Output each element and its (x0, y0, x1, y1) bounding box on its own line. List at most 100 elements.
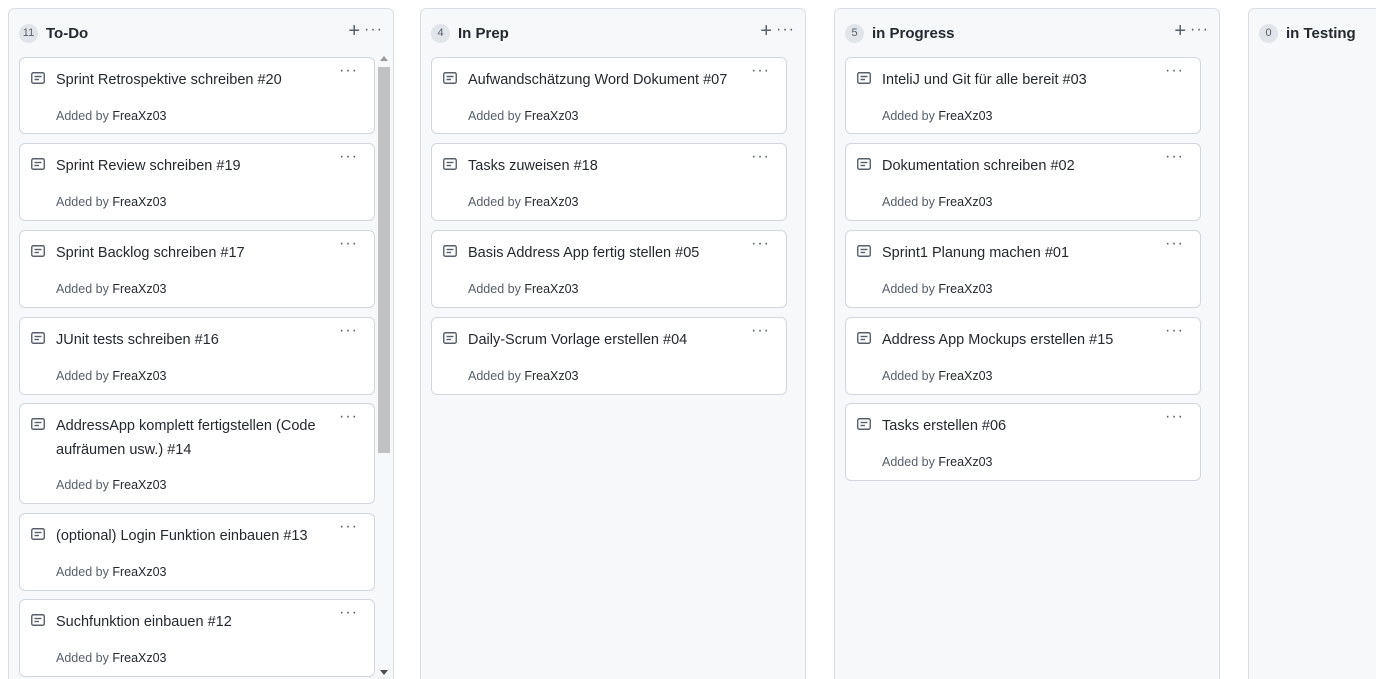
card-meta: Added by FreaXz03 (56, 194, 167, 210)
card-title[interactable]: Suchfunktion einbauen #12 (56, 610, 342, 634)
added-by-label: Added by (56, 369, 109, 383)
card-title[interactable]: (optional) Login Funktion einbauen #13 (56, 524, 342, 548)
column-card-count: 5 (845, 24, 864, 43)
author-link[interactable]: FreaXz03 (938, 195, 992, 209)
card-menu-button[interactable]: ··· (751, 148, 770, 166)
column-card-count: 0 (1259, 24, 1278, 43)
added-by-label: Added by (882, 282, 935, 296)
card[interactable]: Daily-Scrum Vorlage erstellen #04 ··· Ad… (431, 317, 787, 395)
column-menu-button[interactable]: ··· (776, 19, 795, 41)
card-menu-button[interactable]: ··· (1165, 235, 1184, 253)
added-by-label: Added by (56, 651, 109, 665)
card[interactable]: InteliJ und Git für alle bereit #03 ··· … (845, 57, 1201, 134)
card-title[interactable]: Daily-Scrum Vorlage erstellen #04 (468, 328, 754, 352)
note-icon (857, 158, 871, 170)
added-by-label: Added by (468, 282, 521, 296)
column-header: 4 In Prep + ··· (421, 9, 805, 59)
author-link[interactable]: FreaXz03 (938, 109, 992, 123)
column-header: 0 in Testing (1249, 9, 1376, 59)
card-title[interactable]: InteliJ und Git für alle bereit #03 (882, 68, 1168, 92)
added-by-label: Added by (468, 195, 521, 209)
card-menu-button[interactable]: ··· (339, 518, 358, 536)
author-link[interactable]: FreaXz03 (112, 282, 166, 296)
card-menu-button[interactable]: ··· (1165, 62, 1184, 80)
note-icon (443, 245, 457, 257)
column-title: in Testing (1286, 25, 1356, 42)
author-link[interactable]: FreaXz03 (112, 195, 166, 209)
card-title[interactable]: Sprint1 Planung machen #01 (882, 241, 1168, 265)
card-title[interactable]: Tasks zuweisen #18 (468, 154, 754, 178)
added-by-label: Added by (56, 109, 109, 123)
added-by-label: Added by (468, 109, 521, 123)
card-meta: Added by FreaXz03 (468, 281, 579, 297)
card[interactable]: Sprint Retrospektive schreiben #20 ··· A… (19, 57, 375, 134)
card-title[interactable]: Basis Address App fertig stellen #05 (468, 241, 754, 265)
card-title[interactable]: Sprint Retrospektive schreiben #20 (56, 68, 342, 92)
card-meta: Added by FreaXz03 (56, 650, 167, 666)
note-icon (31, 245, 45, 257)
column-menu-button[interactable]: ··· (1190, 19, 1209, 41)
author-link[interactable]: FreaXz03 (938, 369, 992, 383)
added-by-label: Added by (882, 369, 935, 383)
card[interactable]: Sprint Backlog schreiben #17 ··· Added b… (19, 230, 375, 308)
card[interactable]: Basis Address App fertig stellen #05 ···… (431, 230, 787, 308)
scroll-up-arrow-icon[interactable] (380, 56, 388, 61)
card-menu-button[interactable]: ··· (339, 604, 358, 622)
card-menu-button[interactable]: ··· (1165, 322, 1184, 340)
card-title[interactable]: AddressApp komplett fertigstellen (Code … (56, 414, 342, 462)
author-link[interactable]: FreaXz03 (112, 651, 166, 665)
card-menu-button[interactable]: ··· (339, 62, 358, 80)
author-link[interactable]: FreaXz03 (524, 109, 578, 123)
card-title[interactable]: Tasks erstellen #06 (882, 414, 1168, 438)
card[interactable]: Tasks erstellen #06 ··· Added by FreaXz0… (845, 403, 1201, 481)
add-card-button[interactable]: + (348, 19, 360, 43)
card-menu-button[interactable]: ··· (751, 62, 770, 80)
card-title[interactable]: JUnit tests schreiben #16 (56, 328, 342, 352)
card[interactable]: Aufwandschätzung Word Dokument #07 ··· A… (431, 57, 787, 134)
author-link[interactable]: FreaXz03 (112, 369, 166, 383)
author-link[interactable]: FreaXz03 (112, 478, 166, 492)
author-link[interactable]: FreaXz03 (112, 565, 166, 579)
add-card-button[interactable]: + (1174, 19, 1186, 43)
card-menu-button[interactable]: ··· (1165, 408, 1184, 426)
author-link[interactable]: FreaXz03 (524, 282, 578, 296)
added-by-label: Added by (882, 195, 935, 209)
card-title[interactable]: Sprint Backlog schreiben #17 (56, 241, 342, 265)
card-menu-button[interactable]: ··· (339, 322, 358, 340)
card-menu-button[interactable]: ··· (751, 235, 770, 253)
card-menu-button[interactable]: ··· (751, 322, 770, 340)
card-title[interactable]: Dokumentation schreiben #02 (882, 154, 1168, 178)
author-link[interactable]: FreaXz03 (938, 282, 992, 296)
added-by-label: Added by (882, 109, 935, 123)
column-menu-button[interactable]: ··· (364, 19, 383, 41)
card-menu-button[interactable]: ··· (339, 408, 358, 426)
column-title: in Progress (872, 25, 955, 42)
card-menu-button[interactable]: ··· (339, 148, 358, 166)
card[interactable]: Address App Mockups erstellen #15 ··· Ad… (845, 317, 1201, 395)
card-meta: Added by FreaXz03 (468, 108, 579, 124)
card[interactable]: Sprint Review schreiben #19 ··· Added by… (19, 143, 375, 221)
card-title[interactable]: Sprint Review schreiben #19 (56, 154, 342, 178)
author-link[interactable]: FreaXz03 (938, 455, 992, 469)
added-by-label: Added by (56, 195, 109, 209)
author-link[interactable]: FreaXz03 (112, 109, 166, 123)
card[interactable]: Sprint1 Planung machen #01 ··· Added by … (845, 230, 1201, 308)
card[interactable]: Tasks zuweisen #18 ··· Added by FreaXz03 (431, 143, 787, 221)
card[interactable]: Suchfunktion einbauen #12 ··· Added by F… (19, 599, 375, 677)
card-menu-button[interactable]: ··· (339, 235, 358, 253)
add-card-button[interactable]: + (760, 19, 772, 43)
author-link[interactable]: FreaXz03 (524, 369, 578, 383)
card-menu-button[interactable]: ··· (1165, 148, 1184, 166)
card[interactable]: JUnit tests schreiben #16 ··· Added by F… (19, 317, 375, 395)
author-link[interactable]: FreaXz03 (524, 195, 578, 209)
scrollbar-thumb[interactable] (378, 67, 390, 453)
card[interactable]: (optional) Login Funktion einbauen #13 ·… (19, 513, 375, 591)
column-title: In Prep (458, 25, 509, 42)
scroll-down-arrow-icon[interactable] (380, 670, 388, 675)
card-title[interactable]: Address App Mockups erstellen #15 (882, 328, 1168, 352)
card-title[interactable]: Aufwandschätzung Word Dokument #07 (468, 68, 754, 92)
card[interactable]: Dokumentation schreiben #02 ··· Added by… (845, 143, 1201, 221)
card[interactable]: AddressApp komplett fertigstellen (Code … (19, 403, 375, 504)
column-scrollbar[interactable] (376, 50, 392, 679)
card-meta: Added by FreaXz03 (882, 454, 993, 470)
